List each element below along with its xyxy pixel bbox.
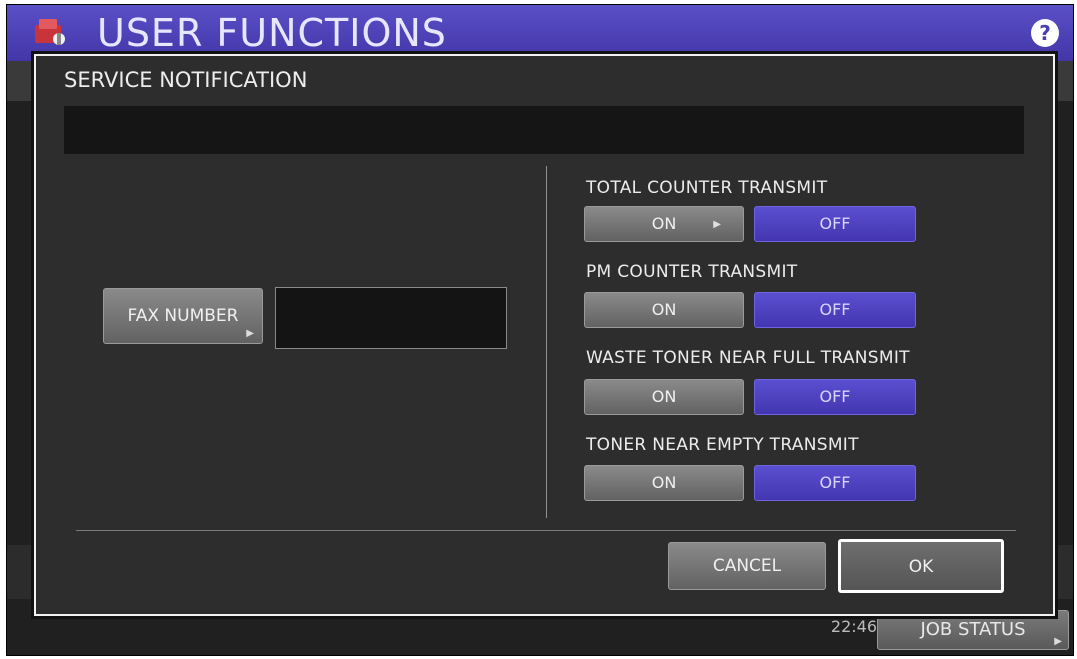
help-icon[interactable]: ? [1031,19,1059,47]
clock-time: 22:46 [830,617,877,636]
title-bar: USER FUNCTIONS ? [7,5,1073,61]
vertical-divider [546,166,547,518]
service-notification-dialog: SERVICE NOTIFICATION FAX NUMBER ▶ TOTAL … [34,54,1055,616]
toner-near-empty-off-button[interactable]: OFF [754,465,916,501]
total-counter-transmit-label: TOTAL COUNTER TRANSMIT [586,178,828,198]
fax-number-label: FAX NUMBER [127,306,239,326]
arrow-right-icon: ▶ [246,328,254,339]
waste-toner-on-button[interactable]: ON [584,379,744,415]
on-label: ON [651,214,677,233]
arrow-right-icon: ▶ [713,219,721,230]
fax-number-field[interactable] [275,287,507,349]
cancel-button[interactable]: CANCEL [668,542,826,590]
pm-counter-on-button[interactable]: ON [584,292,744,328]
total-counter-off-button[interactable]: OFF [754,206,916,242]
waste-toner-transmit-label: WASTE TONER NEAR FULL TRANSMIT [586,348,910,368]
total-counter-on-button[interactable]: ON ▶ [584,206,744,242]
message-bar [64,106,1024,154]
user-functions-icon [35,19,65,45]
ok-button[interactable]: OK [838,539,1004,593]
arrow-right-icon: ▶ [1054,636,1062,647]
waste-toner-off-button[interactable]: OFF [754,379,916,415]
horizontal-divider [76,530,1016,531]
toner-near-empty-on-button[interactable]: ON [584,465,744,501]
fax-number-button[interactable]: FAX NUMBER ▶ [103,288,263,344]
app-title: USER FUNCTIONS [97,11,447,55]
pm-counter-transmit-label: PM COUNTER TRANSMIT [586,262,798,282]
toner-near-empty-transmit-label: TONER NEAR EMPTY TRANSMIT [586,435,859,455]
pm-counter-off-button[interactable]: OFF [754,292,916,328]
job-status-button[interactable]: JOB STATUS ▶ [877,610,1069,650]
job-status-label: JOB STATUS [920,619,1026,640]
dialog-title: SERVICE NOTIFICATION [64,68,308,92]
